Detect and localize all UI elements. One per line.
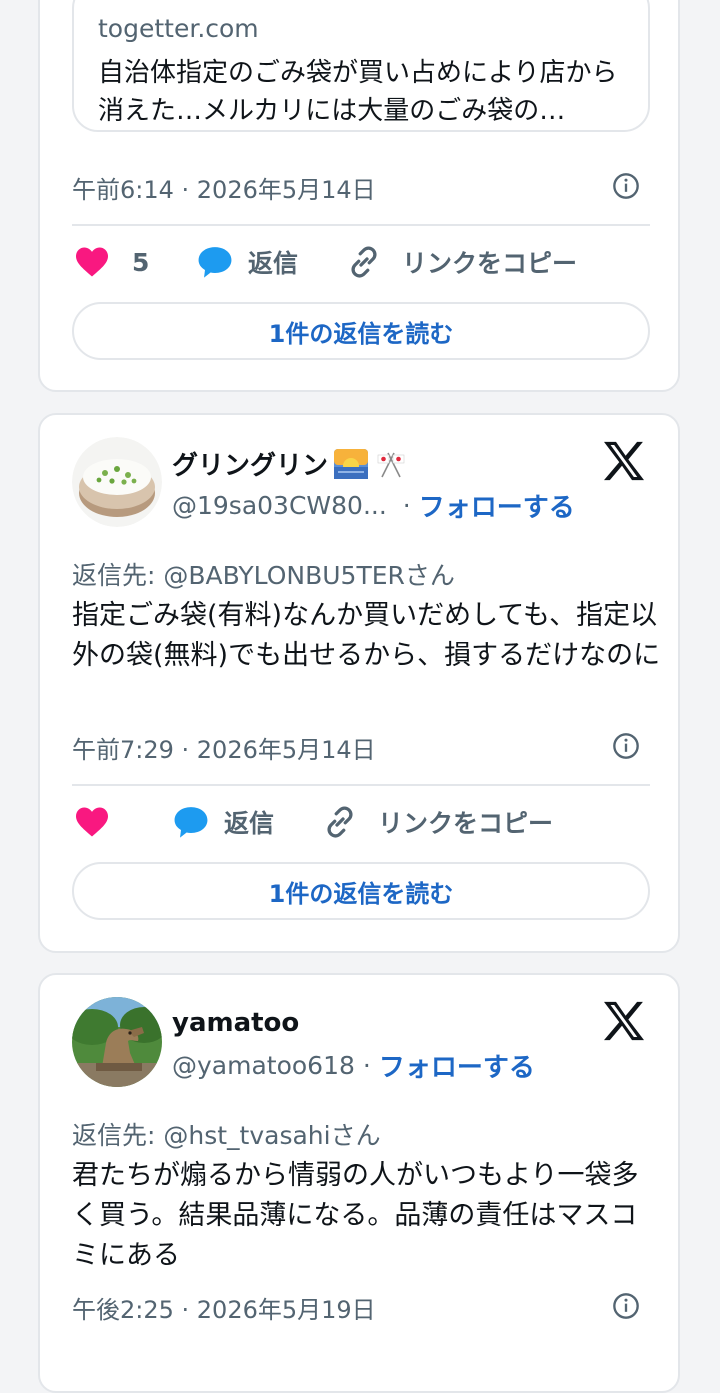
display-name-text: グリングリン — [172, 451, 329, 481]
link-title: 自治体指定のごみ袋が買い占めにより店から消えた…メルカリには大量のごみ袋の… — [98, 58, 618, 126]
tweet-text: 君たちが煽るから情弱の人がいつもより一袋多く買う。結果品薄になる。品薄の責任はマ… — [72, 1160, 639, 1271]
crossed-flags-icon — [377, 452, 405, 477]
link-icon — [351, 246, 377, 278]
reply-to[interactable]: 返信先: @BABYLONBU5TERさん — [72, 556, 455, 592]
reply-label: 返信 — [248, 249, 299, 278]
avatar[interactable] — [72, 437, 162, 527]
heart-icon — [76, 247, 108, 277]
display-name-text: yamatoo — [172, 1008, 300, 1038]
handle-row: @yamatoo618 · フォローする — [172, 1047, 535, 1084]
read-replies-button[interactable]: 1件の返信を読む — [72, 302, 650, 360]
read-replies-button[interactable]: 1件の返信を読む — [72, 862, 650, 920]
x-logo-icon[interactable] — [602, 1001, 646, 1041]
reply-button[interactable]: 返信 — [172, 804, 274, 840]
user-handle[interactable]: @yamatoo618 — [172, 1051, 355, 1080]
info-icon[interactable] — [612, 1292, 640, 1320]
heart-icon — [76, 807, 108, 837]
copy-link-button[interactable]: リンクをコピー — [322, 804, 553, 840]
tweet-timestamp[interactable]: 午前7:29 · 2026年5月14日 — [72, 730, 376, 765]
link-icon — [327, 806, 353, 838]
reply-button[interactable]: 返信 — [196, 244, 298, 280]
speech-bubble-icon — [198, 247, 232, 278]
tweet-card-2: グリングリン @19sa03CW80... · フォローする 返信先: @BAB… — [38, 413, 680, 953]
divider — [72, 224, 650, 226]
info-icon[interactable] — [612, 172, 640, 200]
info-icon[interactable] — [612, 732, 640, 760]
tweet-card-1: togetter.com 自治体指定のごみ袋が買い占めにより店から消えた…メルカ… — [38, 0, 680, 392]
avatar[interactable] — [72, 997, 162, 1087]
tweet-text: 指定ごみ袋(有料)なんか買いだめしても、指定以外の袋(無料)でも出せるから、損す… — [72, 600, 661, 671]
copy-link-label: リンクをコピー — [402, 249, 578, 278]
handle-row: @19sa03CW80... · フォローする — [172, 487, 575, 524]
x-logo-icon[interactable] — [602, 441, 646, 481]
like-count: 5 — [132, 247, 150, 277]
tweet-timestamp[interactable]: 午前6:14 · 2026年5月14日 — [72, 170, 376, 205]
reply-to[interactable]: 返信先: @hst_tvasahiさん — [72, 1116, 381, 1152]
handle-separator: · — [362, 1051, 371, 1080]
tweet-timestamp[interactable]: 午後2:25 · 2026年5月19日 — [72, 1290, 376, 1325]
copy-link-button[interactable]: リンクをコピー — [346, 244, 577, 280]
link-preview-card[interactable]: togetter.com 自治体指定のごみ袋が買い占めにより店から消えた…メルカ… — [72, 0, 650, 132]
link-domain: togetter.com — [98, 14, 259, 43]
user-handle[interactable]: @19sa03CW80... — [172, 491, 387, 520]
like-button[interactable]: 5 — [74, 246, 149, 278]
like-button[interactable] — [74, 806, 110, 838]
display-name[interactable]: yamatoo — [172, 1008, 299, 1038]
follow-button[interactable]: フォローする — [379, 1047, 535, 1084]
speech-bubble-icon — [174, 807, 208, 838]
copy-link-label: リンクをコピー — [378, 809, 554, 838]
sunrise-icon — [334, 448, 369, 479]
divider — [72, 784, 650, 786]
follow-button[interactable]: フォローする — [419, 487, 575, 524]
handle-separator: · — [402, 491, 411, 520]
tweet-card-3: yamatoo @yamatoo618 · フォローする 返信先: @hst_t… — [38, 973, 680, 1393]
reply-label: 返信 — [224, 809, 275, 838]
display-name[interactable]: グリングリン — [172, 445, 408, 482]
